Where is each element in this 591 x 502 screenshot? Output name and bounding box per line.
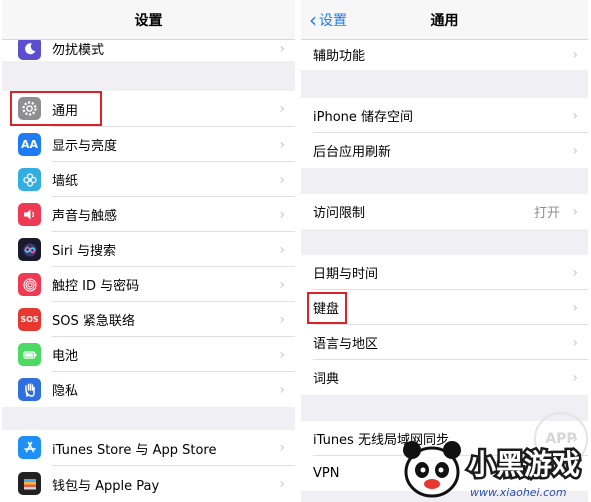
settings-row-label: 声音与触感 <box>52 209 118 224</box>
chevron-right-icon: › <box>572 107 578 124</box>
page-title: 设置 <box>134 13 163 29</box>
chevron-right-icon: › <box>572 369 578 386</box>
siri-icon <box>18 238 41 261</box>
panda-mascot-icon <box>403 441 461 498</box>
general-row-background-refresh[interactable]: 后台应用刷新 › <box>301 133 588 168</box>
chevron-right-icon: › <box>279 276 285 293</box>
settings-row-sounds[interactable]: 声音与触感 › <box>2 197 295 232</box>
settings-row-wallet[interactable]: 钱包与 Apple Pay › <box>2 466 295 502</box>
hand-icon <box>18 378 41 401</box>
general-row-restrictions[interactable]: 访问限制 打开 › <box>301 194 588 229</box>
chevron-right-icon: › <box>572 264 578 281</box>
settings-row-label: 电池 <box>52 349 79 364</box>
settings-screen: 勿扰模式 › 设置 通用 › AA 显示与亮度 › 墙纸 › 声音与触感 › S… <box>2 0 295 502</box>
app-store-icon <box>18 436 41 459</box>
settings-row-itunes-app-store[interactable]: iTunes Store 与 App Store › <box>2 430 295 466</box>
chevron-right-icon: › <box>572 142 578 159</box>
logo-url: www.xiaohei.com <box>470 486 567 499</box>
settings-row-label: 勿扰模式 <box>52 43 105 58</box>
settings-row-label: 钱包与 Apple Pay <box>52 478 160 494</box>
settings-row-label: iTunes Store 与 App Store <box>52 442 217 458</box>
general-row-date-time[interactable]: 日期与时间 › <box>301 255 588 290</box>
settings-row-display[interactable]: AA 显示与亮度 › <box>2 127 295 162</box>
moon-icon <box>18 37 41 60</box>
chevron-right-icon: › <box>572 299 578 316</box>
chevron-right-icon: › <box>279 381 285 398</box>
general-row-label: VPN <box>313 466 340 481</box>
general-row-accessibility[interactable]: 辅助功能 › <box>301 39 588 70</box>
chevron-right-icon: › <box>279 440 285 456</box>
general-row-dictionary[interactable]: 词典 › <box>301 360 588 395</box>
chevron-right-icon: › <box>279 206 285 223</box>
general-row-label: 语言与地区 <box>313 337 379 352</box>
logo-text: 小黑游戏 <box>468 448 580 481</box>
page-title: 通用 <box>430 13 459 29</box>
settings-row-label: 触控 ID 与密码 <box>52 279 140 294</box>
chevron-right-icon: › <box>279 346 285 363</box>
settings-row-label: Siri 与搜索 <box>52 244 116 259</box>
navigation-bar: 设置 <box>2 0 295 40</box>
sos-icon: SOS <box>18 308 41 331</box>
settings-row-touch-id[interactable]: 触控 ID 与密码 › <box>2 267 295 302</box>
fingerprint-icon <box>18 273 41 296</box>
chevron-right-icon: › <box>279 171 285 188</box>
settings-row-label: 墙纸 <box>52 174 79 189</box>
chevron-right-icon: › <box>279 311 285 328</box>
chevron-right-icon: › <box>279 40 285 57</box>
xiaohei-logo: 小黑游戏 www.xiaohei.com <box>403 441 583 499</box>
settings-row-label: SOS 紧急联络 <box>52 314 135 329</box>
chevron-right-icon: › <box>572 46 578 63</box>
chevron-right-icon: › <box>572 203 578 220</box>
navigation-bar: ‹ 设置 通用 <box>301 0 588 40</box>
settings-row-wallpaper[interactable]: 墙纸 › <box>2 162 295 197</box>
general-row-label: 辅助功能 <box>313 49 366 64</box>
general-row-label: iPhone 储存空间 <box>313 110 414 125</box>
general-row-iphone-storage[interactable]: iPhone 储存空间 › <box>301 98 588 133</box>
settings-row-emergency-sos[interactable]: SOS SOS 紧急联络 › <box>2 302 295 337</box>
restrictions-value: 打开 <box>533 206 560 221</box>
highlight-box-general <box>10 91 102 126</box>
chevron-right-icon: › <box>572 334 578 351</box>
chevron-right-icon: › <box>279 101 285 117</box>
settings-row-battery[interactable]: 电池 › <box>2 337 295 372</box>
settings-row-label: 隐私 <box>52 384 79 399</box>
wallet-icon <box>18 472 41 495</box>
general-row-language-region[interactable]: 语言与地区 › <box>301 325 588 360</box>
battery-icon <box>18 343 41 366</box>
chevron-right-icon: › <box>279 136 285 153</box>
chevron-right-icon: › <box>279 476 285 492</box>
flower-icon <box>18 168 41 191</box>
general-row-label: 词典 <box>313 372 340 387</box>
general-row-label: 访问限制 <box>313 206 366 221</box>
settings-row-privacy[interactable]: 隐私 › <box>2 372 295 407</box>
general-row-label: 日期与时间 <box>313 267 379 282</box>
chevron-right-icon: › <box>279 241 285 258</box>
speaker-icon <box>18 203 41 226</box>
general-row-label: 后台应用刷新 <box>313 145 392 160</box>
text-size-icon: AA <box>18 133 41 156</box>
highlight-box-keyboard <box>307 292 347 324</box>
settings-row-label: 显示与亮度 <box>52 139 118 154</box>
settings-row-siri[interactable]: Siri 与搜索 › <box>2 232 295 267</box>
